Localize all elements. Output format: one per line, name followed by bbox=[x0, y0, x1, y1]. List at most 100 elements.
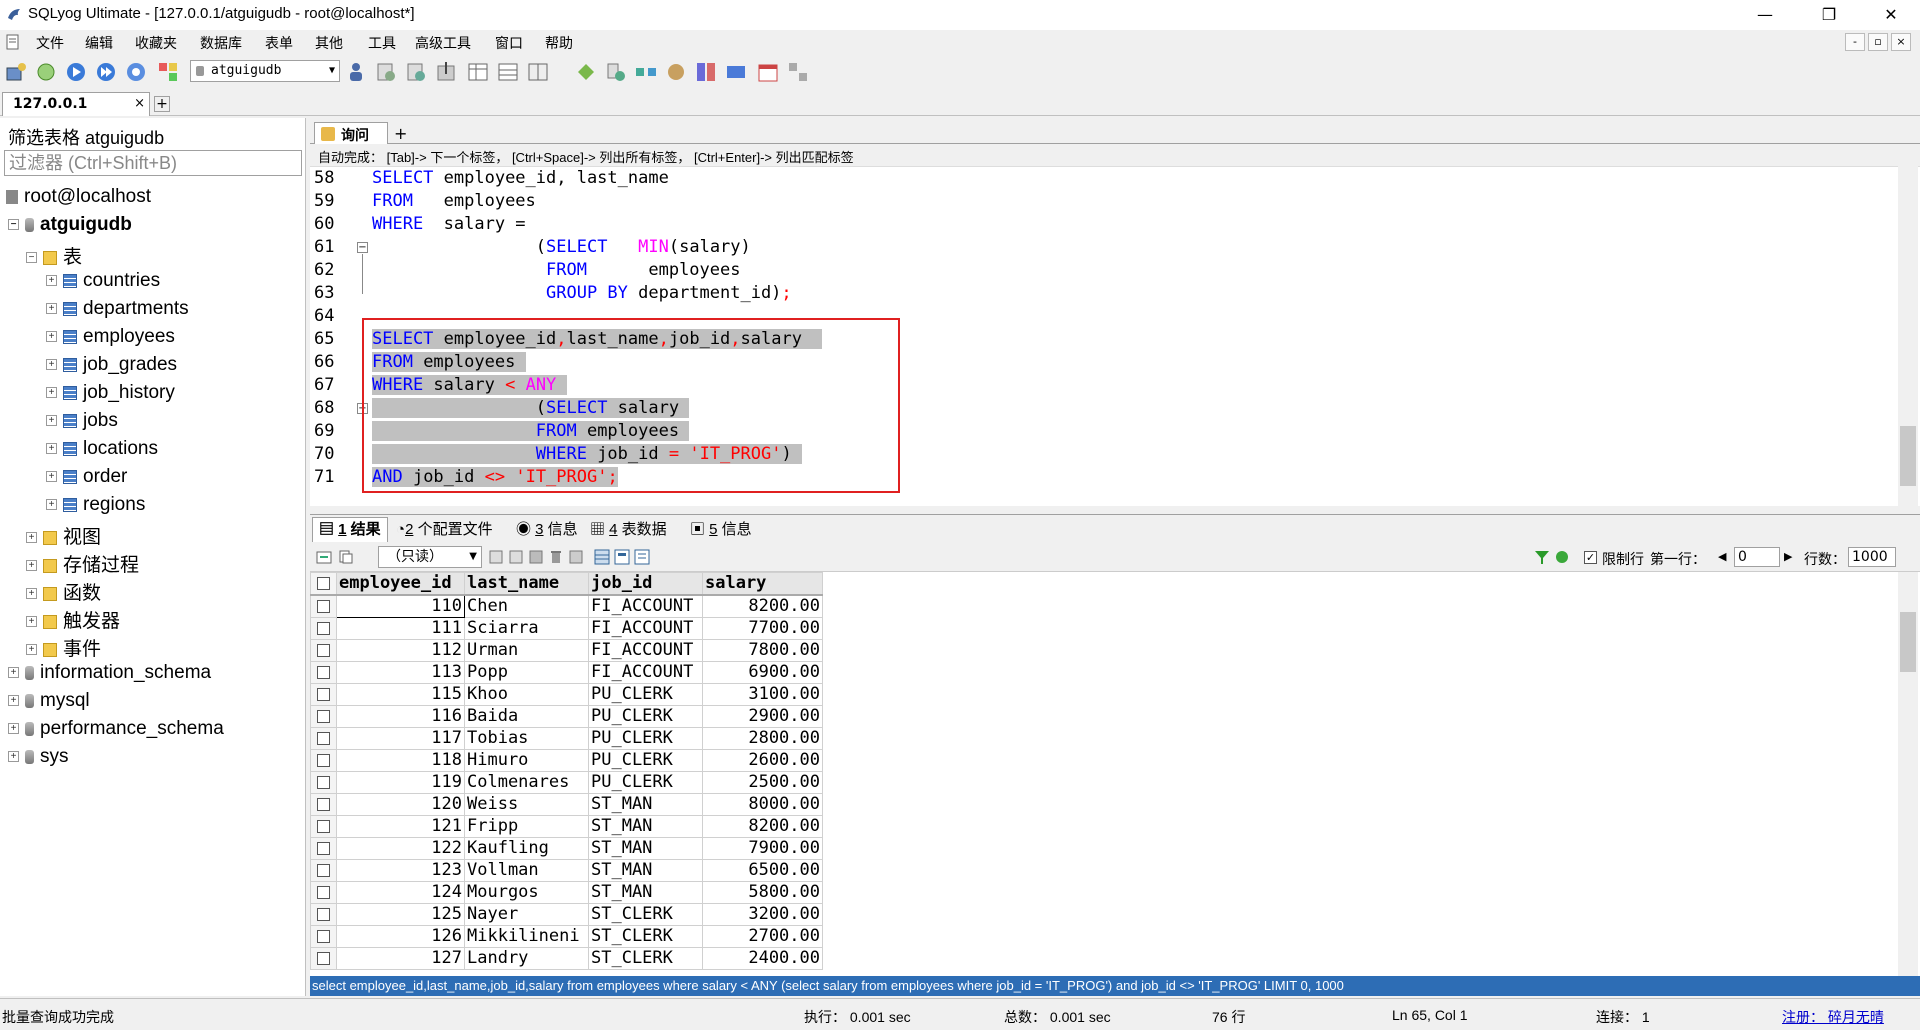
schema-sync-icon[interactable] bbox=[604, 60, 628, 84]
tree-table[interactable]: + regions bbox=[46, 494, 145, 522]
tree-table[interactable]: + employees bbox=[46, 326, 175, 354]
table-row[interactable]: 123 Vollman ST_MAN 6500.00 bbox=[310, 859, 823, 882]
tab-result[interactable]: ▤ 1 结果 bbox=[312, 517, 388, 543]
menu-advanced-tools[interactable]: 高级工具 bbox=[415, 33, 471, 53]
table-cell[interactable]: 8200.00 bbox=[702, 815, 823, 838]
menu-table[interactable]: 表单 bbox=[265, 33, 293, 53]
tree-db[interactable]: + performance_schema bbox=[8, 718, 224, 746]
menu-database[interactable]: 数据库 bbox=[200, 33, 242, 53]
reset-filter-icon[interactable] bbox=[1554, 549, 1570, 565]
tab-messages[interactable]: ▣ 5 信息 bbox=[690, 519, 752, 541]
expand-icon[interactable]: + bbox=[26, 532, 37, 544]
scroll-thumb[interactable] bbox=[1900, 426, 1916, 486]
table-cell[interactable]: Weiss bbox=[464, 793, 589, 816]
table-cell[interactable]: 112 bbox=[336, 639, 465, 662]
table-cell[interactable]: Mikkilineni bbox=[464, 925, 589, 948]
table-cell[interactable]: Colmenares bbox=[464, 771, 589, 794]
connect-icon[interactable] bbox=[34, 60, 58, 84]
expand-icon[interactable]: + bbox=[46, 359, 57, 371]
table-editor-icon[interactable] bbox=[526, 60, 550, 84]
table-cell[interactable]: ST_MAN bbox=[588, 793, 703, 816]
table-row[interactable]: 125 Nayer ST_CLERK 3200.00 bbox=[310, 903, 823, 926]
filter-input[interactable]: 过滤器 (Ctrl+Shift+B) bbox=[4, 150, 302, 176]
editor-scrollbar[interactable] bbox=[1898, 166, 1918, 506]
table-cell[interactable]: 7700.00 bbox=[702, 617, 823, 640]
expand-icon[interactable]: + bbox=[8, 751, 19, 763]
table-cell[interactable]: 113 bbox=[336, 661, 465, 684]
menu-file[interactable]: 文件 bbox=[36, 33, 64, 53]
row-checkbox[interactable] bbox=[310, 771, 337, 794]
table-cell[interactable]: Popp bbox=[464, 661, 589, 684]
close-tab-icon[interactable]: × bbox=[134, 96, 145, 111]
table-cell[interactable]: PU_CLERK bbox=[588, 683, 703, 706]
table-row[interactable]: 121 Fripp ST_MAN 8200.00 bbox=[310, 815, 823, 838]
table-cell[interactable]: 119 bbox=[336, 771, 465, 794]
save-icon[interactable] bbox=[528, 549, 544, 565]
table-cell[interactable]: 110 bbox=[336, 594, 465, 618]
table-cell[interactable]: 2500.00 bbox=[702, 771, 823, 794]
table-cell[interactable]: Baida bbox=[464, 705, 589, 728]
table-row[interactable]: 116 Baida PU_CLERK 2900.00 bbox=[310, 705, 823, 728]
table-cell[interactable]: ST_CLERK bbox=[588, 947, 703, 970]
migration-icon[interactable] bbox=[694, 60, 718, 84]
menu-other[interactable]: 其他 bbox=[315, 33, 343, 53]
expand-icon[interactable]: + bbox=[26, 560, 37, 572]
table-cell[interactable]: Khoo bbox=[464, 683, 589, 706]
tree-db[interactable]: + information_schema bbox=[8, 662, 211, 690]
table-row[interactable]: 127 Landry ST_CLERK 2400.00 bbox=[310, 947, 823, 970]
close-window-button[interactable]: ✕ bbox=[1868, 0, 1914, 30]
filter-icon[interactable] bbox=[1534, 549, 1550, 565]
tree-table[interactable]: + countries bbox=[46, 270, 160, 298]
grid-view-icon[interactable] bbox=[594, 549, 610, 565]
new-connection-icon[interactable] bbox=[4, 60, 28, 84]
table-row[interactable]: 111 Sciarra FI_ACCOUNT 7700.00 bbox=[310, 617, 823, 640]
table-cell[interactable]: 2900.00 bbox=[702, 705, 823, 728]
execute-all-icon[interactable] bbox=[94, 60, 118, 84]
table-cell[interactable]: Sciarra bbox=[464, 617, 589, 640]
tree-folder-tables[interactable]: − 表 bbox=[26, 242, 82, 270]
expand-icon[interactable]: + bbox=[46, 275, 57, 287]
expand-icon[interactable]: + bbox=[8, 667, 19, 679]
tree-folder-triggers[interactable]: + 触发器 bbox=[26, 606, 120, 634]
schema-icon[interactable] bbox=[156, 60, 180, 84]
tree-table[interactable]: + jobs bbox=[46, 410, 118, 438]
next-page-icon[interactable]: ▶ bbox=[1784, 550, 1792, 563]
table-cell[interactable]: 3200.00 bbox=[702, 903, 823, 926]
menu-window[interactable]: 窗口 bbox=[495, 33, 523, 53]
expand-icon[interactable]: + bbox=[46, 303, 57, 315]
table-cell[interactable]: 115 bbox=[336, 683, 465, 706]
table-cell[interactable]: 127 bbox=[336, 947, 465, 970]
table-cell[interactable]: Chen bbox=[464, 594, 589, 618]
text-view-icon[interactable] bbox=[634, 549, 650, 565]
tab-info[interactable]: ◉ 3 信息 bbox=[516, 519, 578, 541]
select-all-checkbox[interactable] bbox=[310, 572, 337, 596]
add-query-tab-button[interactable]: + bbox=[394, 124, 407, 143]
table-cell[interactable]: Fripp bbox=[464, 815, 589, 838]
table-cell[interactable]: Himuro bbox=[464, 749, 589, 772]
table-row[interactable]: 110 Chen FI_ACCOUNT 8200.00 bbox=[310, 594, 823, 618]
row-checkbox[interactable] bbox=[310, 749, 337, 772]
restore-icon[interactable] bbox=[404, 60, 428, 84]
row-checkbox[interactable] bbox=[310, 661, 337, 684]
collapse-icon[interactable]: − bbox=[26, 252, 37, 264]
calendar-icon[interactable] bbox=[756, 60, 780, 84]
table-cell[interactable]: FI_ACCOUNT bbox=[588, 594, 703, 618]
insert-row-icon[interactable] bbox=[488, 549, 504, 565]
form-view-icon[interactable] bbox=[614, 549, 630, 565]
table-cell[interactable]: 118 bbox=[336, 749, 465, 772]
table-row[interactable]: 122 Kaufling ST_MAN 7900.00 bbox=[310, 837, 823, 860]
column-header[interactable]: last_name bbox=[464, 572, 589, 596]
tab-profile[interactable]: ◔2 个配置文件 bbox=[396, 519, 493, 541]
registration-link[interactable]: 注册： 碎月无晴 bbox=[1782, 1007, 1884, 1027]
result-grid[interactable]: employee_id last_name job_id salary 110 C… bbox=[310, 572, 1920, 976]
table-cell[interactable]: PU_CLERK bbox=[588, 727, 703, 750]
tree-table[interactable]: + job_grades bbox=[46, 354, 177, 382]
table-cell[interactable]: 125 bbox=[336, 903, 465, 926]
refresh-icon[interactable] bbox=[124, 60, 148, 84]
expand-icon[interactable]: + bbox=[46, 415, 57, 427]
table-cell[interactable]: FI_ACCOUNT bbox=[588, 661, 703, 684]
row-checkbox[interactable] bbox=[310, 793, 337, 816]
table-cell[interactable]: Vollman bbox=[464, 859, 589, 882]
tree-table[interactable]: + job_history bbox=[46, 382, 175, 410]
table-cell[interactable]: Mourgos bbox=[464, 881, 589, 904]
